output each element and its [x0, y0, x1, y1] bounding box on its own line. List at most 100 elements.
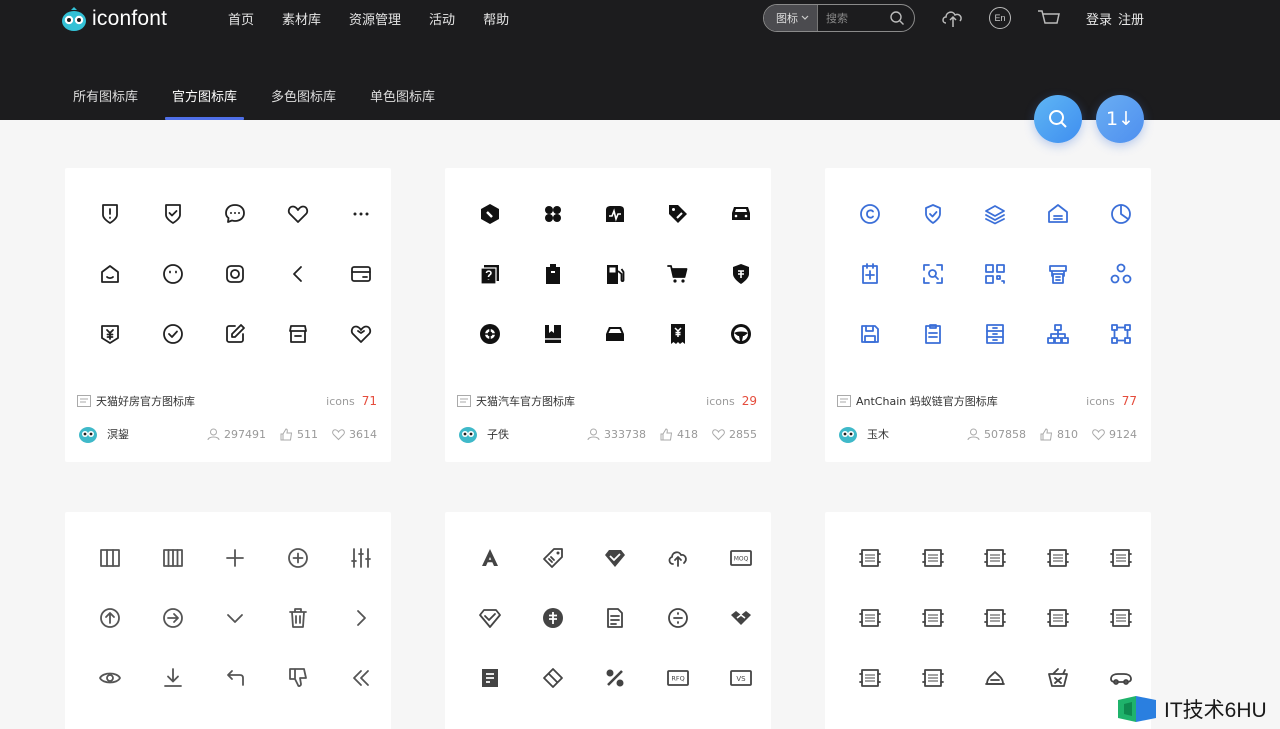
- icon-cell[interactable]: [522, 648, 585, 708]
- search-type-select[interactable]: 图标: [764, 5, 818, 31]
- avatar[interactable]: [837, 423, 859, 445]
- upload-cloud-icon[interactable]: [940, 6, 966, 30]
- tab-monochrome-libraries[interactable]: 单色图标库: [370, 86, 435, 120]
- icon-cell[interactable]: [839, 304, 902, 364]
- library-card[interactable]: 天猫汽车官方图标库 icons 29 子佚 333738 418 2855: [445, 168, 771, 462]
- icon-cell[interactable]: [329, 588, 392, 648]
- icon-cell[interactable]: [964, 648, 1027, 708]
- library-name[interactable]: AntChain 蚂蚁链官方图标库: [856, 393, 998, 409]
- icon-cell[interactable]: [584, 588, 647, 648]
- nav-resource-manage[interactable]: 资源管理: [349, 9, 401, 28]
- icon-cell[interactable]: [204, 648, 267, 708]
- icon-cell[interactable]: VS: [709, 648, 772, 708]
- iconfont-logo[interactable]: iconfont: [60, 4, 167, 34]
- icon-cell[interactable]: [1089, 528, 1152, 588]
- icon-cell[interactable]: [459, 588, 522, 648]
- icon-cell[interactable]: [1027, 184, 1090, 244]
- icon-cell[interactable]: [267, 648, 330, 708]
- icon-cell[interactable]: [1027, 528, 1090, 588]
- icon-cell[interactable]: [964, 528, 1027, 588]
- icon-cell[interactable]: [79, 304, 142, 364]
- icon-cell[interactable]: [647, 588, 710, 648]
- icon-cell[interactable]: [459, 304, 522, 364]
- icon-cell[interactable]: [902, 244, 965, 304]
- icon-cell[interactable]: [329, 648, 392, 708]
- icon-cell[interactable]: [839, 588, 902, 648]
- icon-cell[interactable]: [329, 528, 392, 588]
- icon-cell[interactable]: [522, 184, 585, 244]
- library-card[interactable]: [825, 512, 1151, 729]
- library-card[interactable]: AntChain 蚂蚁链官方图标库 icons 77 玉木 507858 810…: [825, 168, 1151, 462]
- icon-cell[interactable]: [459, 244, 522, 304]
- icon-cell[interactable]: [204, 588, 267, 648]
- icon-cell[interactable]: [267, 588, 330, 648]
- icon-cell[interactable]: [647, 304, 710, 364]
- icon-cell[interactable]: [459, 528, 522, 588]
- language-switch[interactable]: En: [989, 7, 1011, 29]
- icon-cell[interactable]: [964, 304, 1027, 364]
- icon-cell[interactable]: [1027, 648, 1090, 708]
- icon-cell[interactable]: [584, 304, 647, 364]
- author-name[interactable]: 溟鋆: [107, 426, 129, 442]
- icon-cell[interactable]: [839, 648, 902, 708]
- icon-cell[interactable]: [1027, 244, 1090, 304]
- icon-cell[interactable]: [1027, 588, 1090, 648]
- icon-cell[interactable]: [584, 528, 647, 588]
- icon-cell[interactable]: [709, 244, 772, 304]
- avatar[interactable]: [77, 423, 99, 445]
- search-input[interactable]: [818, 5, 889, 31]
- icon-cell[interactable]: [522, 304, 585, 364]
- icon-cell[interactable]: [267, 304, 330, 364]
- icon-cell[interactable]: [329, 244, 392, 304]
- icon-cell[interactable]: [204, 184, 267, 244]
- tab-all-libraries[interactable]: 所有图标库: [73, 86, 138, 120]
- icon-cell[interactable]: [839, 184, 902, 244]
- floating-sort-button[interactable]: 1↓: [1096, 95, 1144, 143]
- icon-cell[interactable]: [902, 648, 965, 708]
- icon-cell[interactable]: [142, 304, 205, 364]
- icon-cell[interactable]: [267, 528, 330, 588]
- icon-cell[interactable]: [204, 244, 267, 304]
- icon-cell[interactable]: [1089, 304, 1152, 364]
- nav-materials[interactable]: 素材库: [282, 9, 321, 28]
- icon-cell[interactable]: [204, 528, 267, 588]
- icon-cell[interactable]: [709, 304, 772, 364]
- icon-cell[interactable]: [522, 528, 585, 588]
- icon-cell[interactable]: [459, 184, 522, 244]
- icon-cell[interactable]: [647, 528, 710, 588]
- icon-cell[interactable]: [964, 244, 1027, 304]
- tab-multicolor-libraries[interactable]: 多色图标库: [271, 86, 336, 120]
- icon-cell[interactable]: [647, 244, 710, 304]
- icon-cell[interactable]: [329, 184, 392, 244]
- icon-cell[interactable]: [584, 648, 647, 708]
- icon-cell[interactable]: [902, 528, 965, 588]
- tab-official-libraries[interactable]: 官方图标库: [165, 86, 245, 120]
- library-card[interactable]: 天猫好房官方图标库 icons 71 溟鋆 297491 511 3614: [65, 168, 391, 462]
- avatar[interactable]: [457, 423, 479, 445]
- icon-cell[interactable]: [79, 588, 142, 648]
- library-card[interactable]: [65, 512, 391, 729]
- icon-cell[interactable]: [1089, 244, 1152, 304]
- icon-cell[interactable]: MOQ: [709, 528, 772, 588]
- icon-cell[interactable]: [1027, 304, 1090, 364]
- nav-home[interactable]: 首页: [228, 9, 254, 28]
- icon-cell[interactable]: [522, 244, 585, 304]
- author-name[interactable]: 子佚: [487, 426, 509, 442]
- search-icon[interactable]: [889, 10, 905, 26]
- icon-cell[interactable]: [709, 588, 772, 648]
- icon-cell[interactable]: [79, 648, 142, 708]
- icon-cell[interactable]: [79, 184, 142, 244]
- icon-cell[interactable]: [142, 588, 205, 648]
- floating-search-button[interactable]: [1034, 95, 1082, 143]
- icon-cell[interactable]: [329, 304, 392, 364]
- icon-cell[interactable]: [902, 304, 965, 364]
- library-name[interactable]: 天猫汽车官方图标库: [476, 393, 575, 409]
- nav-help[interactable]: 帮助: [483, 9, 509, 28]
- icon-cell[interactable]: [584, 184, 647, 244]
- icon-cell[interactable]: [964, 588, 1027, 648]
- icon-cell[interactable]: [647, 184, 710, 244]
- icon-cell[interactable]: [79, 244, 142, 304]
- icon-cell[interactable]: [142, 528, 205, 588]
- icon-cell[interactable]: [142, 648, 205, 708]
- icon-cell[interactable]: [204, 304, 267, 364]
